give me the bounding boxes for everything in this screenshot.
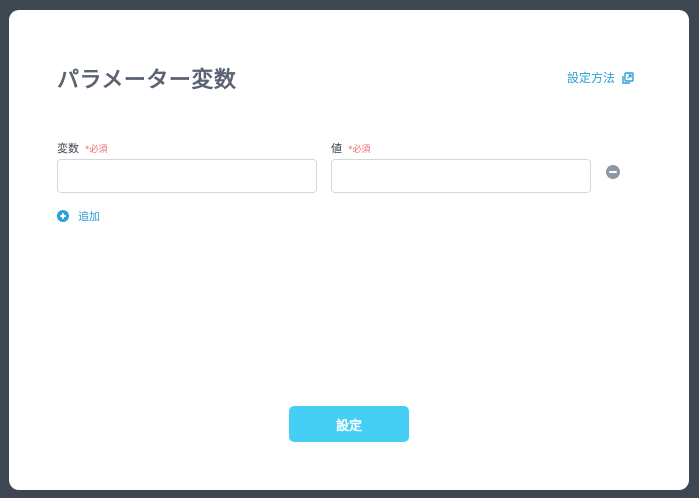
- dialog-title: パラメーター変数: [57, 68, 237, 93]
- help-link-label: 設定方法: [566, 71, 615, 85]
- plus-circle-icon: [57, 210, 69, 222]
- required-mark: *必須: [85, 145, 108, 155]
- variable-label-text: 変数: [57, 142, 79, 155]
- submit-button[interactable]: 設定: [289, 406, 409, 442]
- value-label: 値 *必須: [331, 140, 371, 156]
- add-row-button[interactable]: 追加: [57, 208, 100, 224]
- parameter-variable-dialog: パラメーター変数 設定方法 変数 *必須 値 *必須 追加 設定: [9, 10, 689, 490]
- variable-input[interactable]: [57, 159, 317, 193]
- add-label: 追加: [78, 210, 100, 223]
- external-link-icon: [622, 71, 634, 84]
- variable-label: 変数 *必須: [57, 140, 108, 156]
- help-link[interactable]: 設定方法: [567, 69, 634, 86]
- value-input[interactable]: [331, 159, 591, 193]
- minus-circle-icon[interactable]: [606, 165, 620, 179]
- value-label-text: 値: [331, 142, 342, 155]
- required-mark: *必須: [348, 145, 371, 155]
